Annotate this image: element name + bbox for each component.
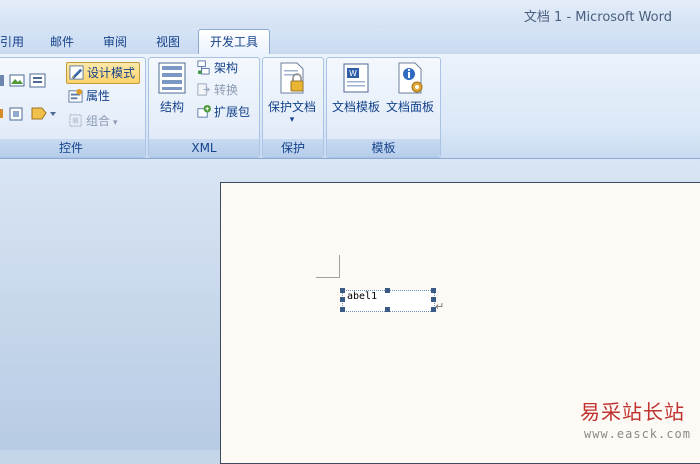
- control-gallery-icons[interactable]: [0, 72, 50, 90]
- resize-handle-top-right[interactable]: [431, 288, 436, 293]
- schema-button[interactable]: 架构: [196, 58, 238, 78]
- resize-handle-top[interactable]: [385, 288, 390, 293]
- svg-text:W: W: [349, 69, 357, 78]
- control-gallery-icons-row2[interactable]: [0, 105, 60, 123]
- expansion-pack-label: 扩展包: [214, 105, 251, 119]
- properties-button[interactable]: 属性: [68, 86, 110, 106]
- document-lock-icon: [280, 62, 304, 94]
- watermark-logo-text: 易采站长站: [580, 400, 685, 424]
- paragraph-mark: ↵: [435, 300, 445, 313]
- properties-label: 属性: [86, 89, 111, 103]
- design-mode-icon: [69, 65, 84, 80]
- design-mode-label: 设计模式: [87, 66, 136, 80]
- group-label: 组合: [86, 114, 111, 128]
- crop-mark-vertical: [339, 255, 340, 277]
- expansion-pack-icon: [197, 104, 211, 118]
- document-panel-label: 文档面板: [385, 100, 434, 114]
- resize-handle-bottom-left[interactable]: [340, 307, 345, 312]
- schema-icon: [197, 60, 210, 75]
- document-panel-button[interactable]: 文档面板: [384, 62, 436, 115]
- structure-icon: [158, 62, 186, 94]
- tab-references[interactable]: 引用: [0, 31, 24, 53]
- group-protect-label: 保护: [263, 139, 323, 157]
- structure-label: 结构: [159, 100, 184, 114]
- transform-label: 转换: [214, 83, 239, 97]
- tab-review[interactable]: 审阅: [97, 31, 133, 53]
- group-dropdown-icon: ▾: [113, 118, 118, 128]
- tab-mailings[interactable]: 邮件: [44, 31, 80, 53]
- protect-document-label: 保护文档: [267, 100, 316, 114]
- resize-handle-bottom[interactable]: [385, 307, 390, 312]
- design-mode-button[interactable]: 设计模式: [66, 62, 141, 84]
- resize-handle-top-left[interactable]: [340, 288, 345, 293]
- group-controls-label: 控件: [0, 139, 145, 157]
- crop-mark-horizontal: [316, 277, 340, 278]
- document-panel-icon: [398, 62, 423, 94]
- group-button[interactable]: 组合 ▾: [68, 111, 118, 131]
- group-xml-label: XML: [149, 139, 259, 157]
- tab-view[interactable]: 视图: [150, 31, 186, 53]
- expansion-pack-button[interactable]: 扩展包: [196, 102, 250, 122]
- document-template-label: 文档模板: [331, 100, 380, 114]
- protect-document-button[interactable]: 保护文档 ▾: [264, 62, 320, 125]
- group-templates-label: 模板: [327, 139, 440, 157]
- content-control-text: abel1: [347, 291, 378, 302]
- structure-button[interactable]: 结构: [154, 62, 190, 115]
- properties-icon: [68, 88, 83, 103]
- protect-dropdown-icon: ▾: [289, 115, 295, 125]
- resize-handle-left[interactable]: [340, 297, 345, 302]
- tab-developer[interactable]: 开发工具: [198, 29, 270, 55]
- schema-label: 架构: [214, 61, 239, 75]
- document-template-icon: W: [343, 63, 369, 93]
- watermark-url: www.easck.com: [584, 427, 691, 441]
- document-template-button[interactable]: W 文档模板: [330, 62, 382, 115]
- transform-icon: [197, 83, 211, 96]
- group-icon: [69, 114, 82, 127]
- window-title: 文档 1 - Microsoft Word: [523, 10, 672, 25]
- transform-button[interactable]: 转换: [196, 80, 238, 100]
